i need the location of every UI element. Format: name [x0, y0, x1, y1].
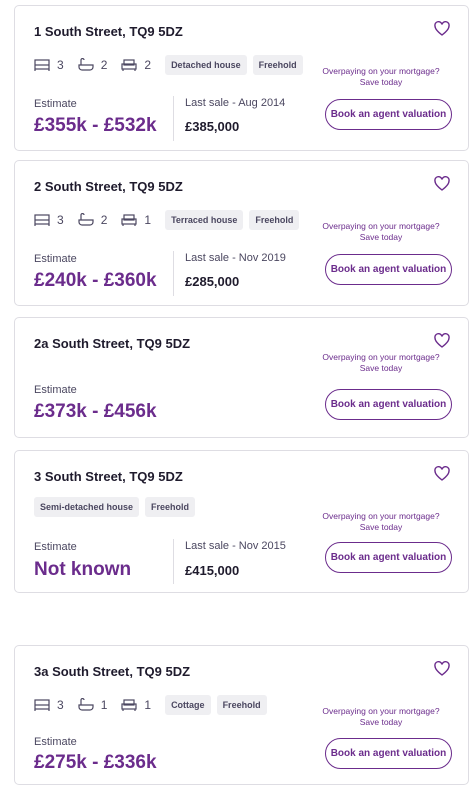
receptions-count: 1 — [144, 213, 152, 227]
bath-icon — [78, 58, 94, 71]
book-valuation-button[interactable]: Book an agent valuation — [325, 99, 452, 130]
bathrooms-count: 2 — [100, 58, 108, 72]
heart-icon[interactable] — [434, 176, 450, 192]
bed-icon — [34, 214, 50, 226]
bedrooms: 3 — [34, 698, 64, 712]
bath-icon — [78, 213, 94, 226]
last-sale-price: £285,000 — [185, 274, 240, 289]
heart-icon[interactable] — [434, 21, 450, 37]
book-valuation-button[interactable]: Book an agent valuation — [325, 738, 452, 769]
bathrooms: 2 — [78, 58, 108, 72]
sofa-icon — [121, 214, 137, 226]
property-address[interactable]: 2 South Street, TQ9 5DZ — [34, 179, 183, 194]
property-address[interactable]: 3 South Street, TQ9 5DZ — [34, 469, 183, 484]
estimate-value: £240k - £360k — [34, 270, 157, 291]
mortgage-promo-link[interactable]: Overpaying on your mortgage? Save today — [316, 706, 446, 728]
property-card[interactable]: 2 South Street, TQ9 5DZ 3 2 1 Terraced h… — [14, 160, 469, 306]
receptions: 2 — [121, 58, 151, 72]
sofa-icon — [121, 699, 137, 711]
property-type-tag: Semi-detached house — [34, 497, 140, 517]
tenure-tag: Freehold — [216, 695, 267, 715]
bath-icon — [78, 698, 94, 711]
last-sale-label: Last sale - Nov 2015 — [185, 540, 286, 552]
bathrooms: 1 — [78, 698, 108, 712]
property-address[interactable]: 1 South Street, TQ9 5DZ — [34, 24, 183, 39]
estimate-value: £373k - £456k — [34, 401, 157, 422]
bathrooms: 2 — [78, 213, 108, 227]
property-address[interactable]: 3a South Street, TQ9 5DZ — [34, 664, 190, 679]
estimate-value: £355k - £532k — [34, 115, 157, 136]
bedrooms-count: 3 — [57, 213, 64, 227]
property-card[interactable]: 3 South Street, TQ9 5DZ Semi-detached ho… — [14, 450, 469, 593]
estimate-value: £275k - £336k — [34, 752, 157, 773]
bedrooms: 3 — [34, 213, 64, 227]
estimate-label: Estimate — [34, 253, 77, 265]
estimate-label: Estimate — [34, 384, 77, 396]
receptions-count: 1 — [144, 698, 152, 712]
sofa-icon — [121, 59, 137, 71]
mortgage-promo-link[interactable]: Overpaying on your mortgage? Save today — [316, 511, 446, 533]
mortgage-promo-link[interactable]: Overpaying on your mortgage? Save today — [316, 352, 446, 374]
book-valuation-button[interactable]: Book an agent valuation — [325, 254, 452, 285]
last-sale-label: Last sale - Nov 2019 — [185, 252, 286, 264]
bedrooms-count: 3 — [57, 58, 64, 72]
estimate-value: Not known — [34, 559, 132, 580]
property-type-tag: Detached house — [165, 55, 247, 75]
bathrooms-count: 1 — [100, 698, 108, 712]
property-card[interactable]: 1 South Street, TQ9 5DZ 3 2 2 Detached h… — [14, 5, 469, 151]
heart-icon[interactable] — [434, 333, 450, 349]
last-sale-label: Last sale - Aug 2014 — [185, 97, 286, 109]
last-sale-price: £415,000 — [185, 563, 240, 578]
book-valuation-button[interactable]: Book an agent valuation — [325, 389, 452, 420]
last-sale-price: £385,000 — [185, 119, 240, 134]
bedrooms-count: 3 — [57, 698, 64, 712]
property-type-tag: Terraced house — [165, 210, 244, 230]
mortgage-promo-link[interactable]: Overpaying on your mortgage? Save today — [316, 66, 446, 88]
property-card[interactable]: 2a South Street, TQ9 5DZ Overpaying on y… — [14, 317, 469, 438]
tenure-tag: Freehold — [252, 55, 303, 75]
receptions-count: 2 — [144, 58, 152, 72]
bed-icon — [34, 59, 50, 71]
book-valuation-button[interactable]: Book an agent valuation — [325, 542, 452, 573]
mortgage-promo-link[interactable]: Overpaying on your mortgage? Save today — [316, 221, 446, 243]
bedrooms: 3 — [34, 58, 64, 72]
divider — [173, 251, 174, 296]
tenure-tag: Freehold — [249, 210, 300, 230]
divider — [173, 96, 174, 141]
estimate-label: Estimate — [34, 98, 77, 110]
bed-icon — [34, 699, 50, 711]
heart-icon[interactable] — [434, 466, 450, 482]
receptions: 1 — [121, 698, 151, 712]
property-card[interactable]: 3a South Street, TQ9 5DZ 3 1 1 Cottage F… — [14, 645, 469, 785]
divider — [173, 539, 174, 584]
property-type-tag: Cottage — [165, 695, 211, 715]
receptions: 1 — [121, 213, 151, 227]
heart-icon[interactable] — [434, 661, 450, 677]
tenure-tag: Freehold — [145, 497, 196, 517]
estimate-label: Estimate — [34, 736, 77, 748]
bathrooms-count: 2 — [100, 213, 108, 227]
property-address[interactable]: 2a South Street, TQ9 5DZ — [34, 336, 190, 351]
estimate-label: Estimate — [34, 541, 77, 553]
